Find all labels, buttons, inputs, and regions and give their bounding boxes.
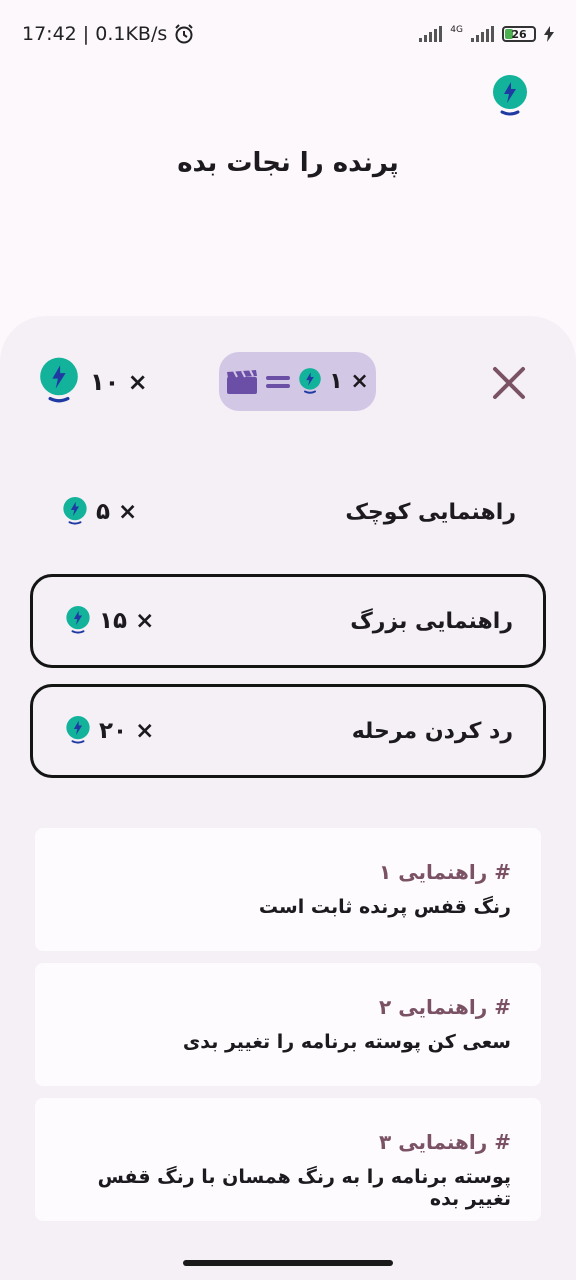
status-bar: 17:42 | 0.1KB/s 4G 26 bbox=[0, 0, 576, 68]
lightbulb-bolt-icon bbox=[63, 496, 87, 525]
charging-icon bbox=[544, 26, 554, 42]
option-cost: × ۱۵ bbox=[65, 605, 154, 637]
option-cost-value: × ۱۵ bbox=[99, 608, 155, 634]
status-right: 4G 26 bbox=[419, 24, 554, 43]
lightbulb-bolt-icon bbox=[66, 605, 90, 634]
option-label: راهنمایی کوچک bbox=[345, 499, 516, 525]
option-label: راهنمایی بزرگ bbox=[350, 608, 513, 634]
close-icon bbox=[493, 367, 525, 399]
network-type: 4G bbox=[450, 24, 463, 35]
hint-card-3: # راهنمایی ۳ پوسته برنامه را به رنگ همسا… bbox=[35, 1098, 541, 1221]
option-cost: × ۲۰ bbox=[65, 715, 154, 747]
option-cost-value: × ۲۰ bbox=[99, 718, 155, 744]
equals-icon bbox=[266, 375, 291, 388]
option-label: رد کردن مرحله bbox=[351, 718, 513, 744]
coin-count: × ۱۰ bbox=[90, 368, 148, 396]
hint-title: # راهنمایی ۳ bbox=[379, 1130, 511, 1154]
hint-card-1: # راهنمایی ۱ رنگ قفس پرنده ثابت است bbox=[35, 828, 541, 951]
option-small-hint[interactable]: × ۵ راهنمایی کوچک bbox=[30, 465, 546, 559]
coin-balance: × ۱۰ bbox=[38, 356, 148, 408]
battery-icon: 26 bbox=[502, 26, 536, 42]
clapperboard-icon bbox=[227, 369, 258, 394]
signal-icon bbox=[419, 26, 443, 42]
option-cost-value: × ۵ bbox=[96, 499, 138, 525]
hint-title: # راهنمایی ۱ bbox=[379, 860, 511, 884]
battery-level: 26 bbox=[511, 27, 527, 41]
hint-text: سعی کن پوسته برنامه را تغییر بدی bbox=[182, 1031, 511, 1053]
page-title: پرنده را نجات بده bbox=[177, 148, 399, 178]
status-left: 17:42 | 0.1KB/s bbox=[22, 23, 195, 45]
lightbulb-bolt-icon bbox=[40, 357, 78, 403]
option-skip-level[interactable]: × ۲۰ رد کردن مرحله bbox=[30, 684, 546, 778]
home-indicator[interactable] bbox=[183, 1260, 393, 1266]
alarm-icon bbox=[175, 24, 193, 44]
ad-reward: × ۱ bbox=[329, 369, 369, 394]
signal-icon-2 bbox=[471, 26, 494, 42]
option-cost: × ۵ bbox=[62, 496, 137, 528]
status-time: 17:42 | 0.1KB/s bbox=[22, 23, 168, 45]
watch-ad-button[interactable]: × ۱ bbox=[219, 352, 376, 411]
close-button[interactable] bbox=[488, 362, 530, 404]
hint-text: رنگ قفس پرنده ثابت است bbox=[258, 896, 511, 918]
lightbulb-bolt-icon bbox=[299, 367, 321, 394]
hint-card-2: # راهنمایی ۲ سعی کن پوسته برنامه را تغیی… bbox=[35, 963, 541, 1086]
hint-title: # راهنمایی ۲ bbox=[379, 995, 511, 1019]
lightbulb-bolt-icon bbox=[493, 75, 527, 116]
lightbulb-bolt-icon bbox=[66, 715, 90, 744]
hint-text: پوسته برنامه را به رنگ همسان با رنگ قفس … bbox=[97, 1166, 511, 1210]
option-big-hint[interactable]: × ۱۵ راهنمایی بزرگ bbox=[30, 574, 546, 668]
